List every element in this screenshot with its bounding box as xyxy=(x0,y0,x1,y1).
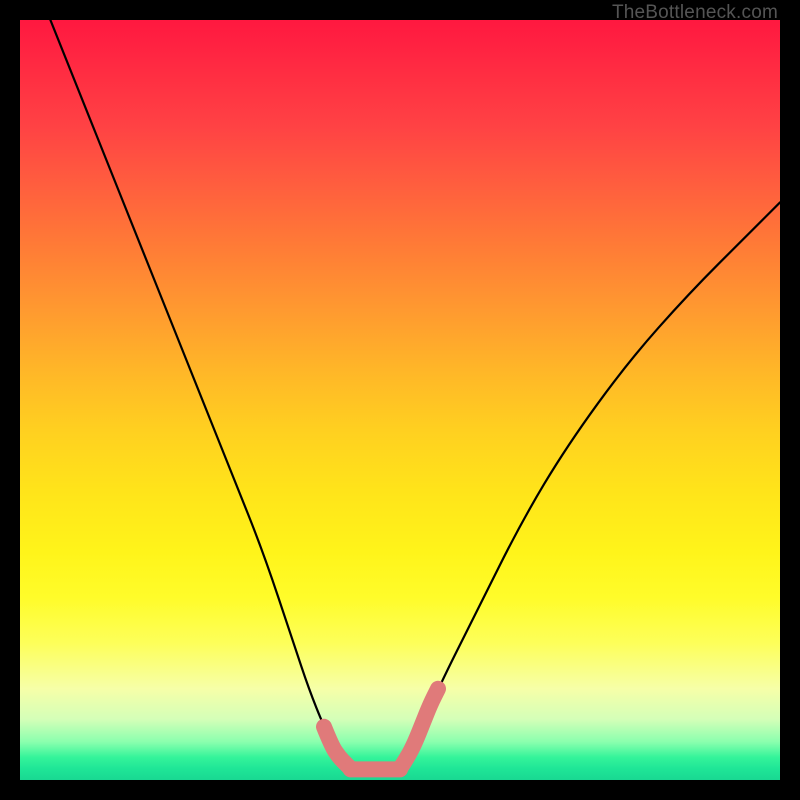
curve-right xyxy=(400,202,780,768)
highlight-left xyxy=(324,727,351,769)
highlight-right xyxy=(400,689,438,769)
curve-left xyxy=(50,20,346,769)
chart-svg xyxy=(20,20,780,780)
chart-area xyxy=(20,20,780,780)
chart-curve-group xyxy=(50,20,780,770)
